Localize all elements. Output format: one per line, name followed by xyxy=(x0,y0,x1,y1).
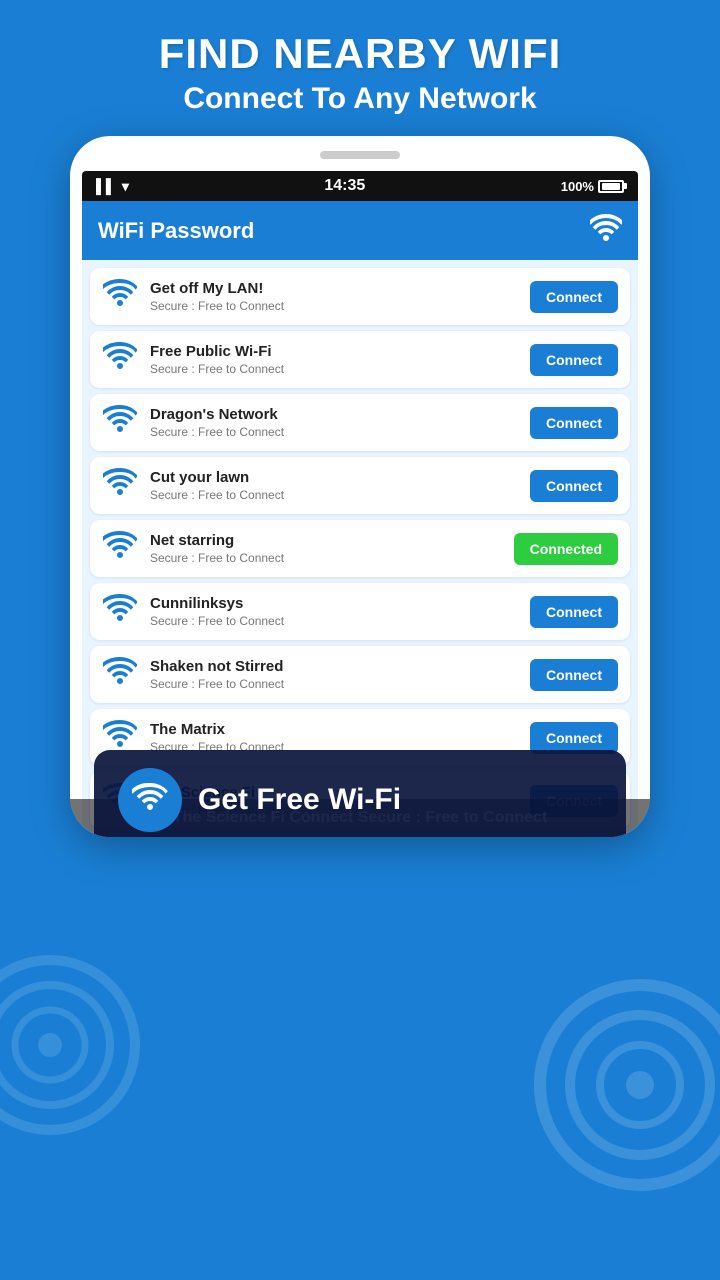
wifi-item-security: Secure : Free to Connect xyxy=(150,299,518,313)
wifi-signal-icon xyxy=(102,467,138,504)
wifi-item-security: Secure : Free to Connect xyxy=(150,488,518,502)
header-line2: Connect To Any Network xyxy=(20,82,700,116)
wifi-list-item: Free Public Wi-Fi Secure : Free to Connec… xyxy=(90,331,630,388)
banner-wifi-circle xyxy=(118,768,182,832)
connect-button[interactable]: Connect xyxy=(530,344,618,376)
wifi-item-info: Get off My LAN! Secure : Free to Connect xyxy=(150,280,518,313)
wifi-item-name: Free Public Wi-Fi xyxy=(150,343,518,360)
connect-button[interactable]: Connect xyxy=(530,407,618,439)
wifi-item-name: Shaken not Stirred xyxy=(150,658,518,675)
wifi-item-name: The Matrix xyxy=(150,721,518,738)
connect-button[interactable]: Connect xyxy=(530,659,618,691)
phone-speaker xyxy=(320,151,400,159)
wifi-item-security: Secure : Free to Connect xyxy=(150,614,518,628)
wifi-item-name: Get off My LAN! xyxy=(150,280,518,297)
header-line1: FIND NEARBY WIFI xyxy=(20,30,700,78)
wifi-signal-icon xyxy=(102,278,138,315)
wifi-list-item: Net starring Secure : Free to Connect Conn… xyxy=(90,520,630,577)
wifi-item-info: Cunnilinksys Secure : Free to Connect xyxy=(150,595,518,628)
wifi-item-security: Secure : Free to Connect xyxy=(150,677,518,691)
connect-button[interactable]: Connect xyxy=(530,596,618,628)
wifi-item-info: Free Public Wi-Fi Secure : Free to Connec… xyxy=(150,343,518,376)
connect-button[interactable]: Connect xyxy=(530,470,618,502)
app-wifi-icon xyxy=(590,213,622,248)
bg-decoration-left xyxy=(0,915,140,1180)
connected-button[interactable]: Connected xyxy=(514,533,618,565)
wifi-list-item: Cut your lawn Secure : Free to Connect Con… xyxy=(90,457,630,514)
battery-percent: 100% xyxy=(561,179,594,194)
wifi-signal-icon xyxy=(102,341,138,378)
wifi-signal-icon xyxy=(102,593,138,630)
wifi-item-info: Dragon's Network Secure : Free to Connect xyxy=(150,406,518,439)
wifi-item-security: Secure : Free to Connect xyxy=(150,362,518,376)
wifi-item-info: Shaken not Stirred Secure : Free to Conne… xyxy=(150,658,518,691)
connect-button[interactable]: Connect xyxy=(530,722,618,754)
connect-button[interactable]: Connect xyxy=(530,281,618,313)
battery-fill xyxy=(602,183,620,190)
app-header: WiFi Password xyxy=(82,201,638,260)
banner-label: Get Free Wi-Fi xyxy=(198,783,401,817)
wifi-item-name: Net starring xyxy=(150,532,502,549)
wifi-item-name: Cunnilinksys xyxy=(150,595,518,612)
app-title: WiFi Password xyxy=(98,218,254,244)
wifi-status-icon: ▾ xyxy=(122,178,129,195)
wifi-list-item: Get off My LAN! Secure : Free to Connect C… xyxy=(90,268,630,325)
page-header: FIND NEARBY WIFI Connect To Any Network xyxy=(0,0,720,126)
wifi-list-item: Shaken not Stirred Secure : Free to Conne… xyxy=(90,646,630,703)
wifi-item-name: Dragon's Network xyxy=(150,406,518,423)
banner-wifi-icon xyxy=(132,780,168,820)
wifi-item-info: Net starring Secure : Free to Connect xyxy=(150,532,502,565)
status-right: 100% xyxy=(561,179,624,194)
wifi-item-security: Secure : Free to Connect xyxy=(150,425,518,439)
wifi-item-info: Cut your lawn Secure : Free to Connect xyxy=(150,469,518,502)
battery-icon xyxy=(598,180,624,193)
wifi-list-container: Get off My LAN!Secure : Free to ConnectC… xyxy=(82,260,638,837)
wifi-list-item: Dragon's Network Secure : Free to Connect… xyxy=(90,394,630,451)
wifi-item-name: Cut your lawn xyxy=(150,469,518,486)
bg-decoration-right xyxy=(530,935,720,1240)
wifi-list-item: Cunnilinksys Secure : Free to Connect Conn… xyxy=(90,583,630,640)
status-time: 14:35 xyxy=(324,177,365,195)
status-left: ▌▌ ▾ xyxy=(96,178,129,195)
wifi-item-security: Secure : Free to Connect xyxy=(150,551,502,565)
phone-mockup: ▌▌ ▾ 14:35 100% WiFi Password Get off My… xyxy=(70,136,650,837)
wifi-signal-icon xyxy=(102,404,138,441)
wifi-signal-icon xyxy=(102,530,138,567)
signal-bars-icon: ▌▌ xyxy=(96,178,116,194)
status-bar: ▌▌ ▾ 14:35 100% xyxy=(82,171,638,201)
wifi-signal-icon xyxy=(102,656,138,693)
promo-banner[interactable]: Get Free Wi-Fi xyxy=(94,750,626,837)
